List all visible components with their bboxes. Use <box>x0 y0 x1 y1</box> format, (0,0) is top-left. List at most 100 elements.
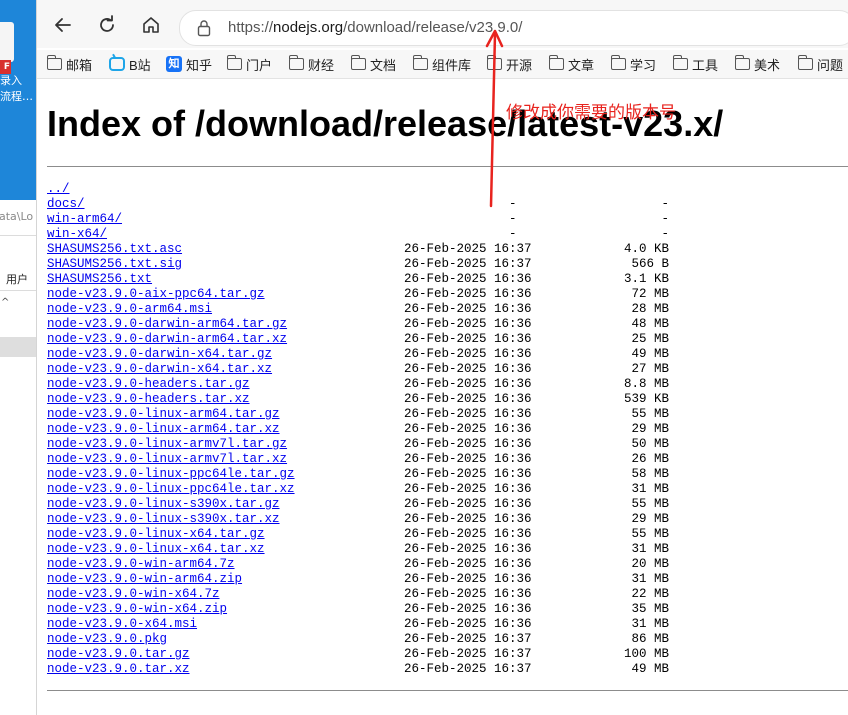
list-item: node-v23.9.0-darwin-arm64.tar.gz 26-Feb-2… <box>47 317 827 332</box>
url-text[interactable]: https://nodejs.org/download/release/v23.… <box>228 19 522 36</box>
address-bar[interactable]: https://nodejs.org/download/release/v23.… <box>179 10 848 46</box>
file-link[interactable]: node-v23.9.0.tar.xz <box>47 662 190 677</box>
file-link[interactable]: node-v23.9.0-linux-ppc64le.tar.xz <box>47 482 295 497</box>
explorer-selected-row[interactable] <box>0 337 36 357</box>
bookmark-0[interactable]: 邮箱 <box>46 55 92 73</box>
list-item: node-v23.9.0-linux-ppc64le.tar.xz 26-Feb-… <box>47 482 827 497</box>
list-item: node-v23.9.0-linux-x64.tar.xz 26-Feb-2025… <box>47 542 827 557</box>
file-link[interactable]: node-v23.9.0-win-arm64.7z <box>47 557 235 572</box>
collapse-caret-icon[interactable]: ^ <box>1 297 9 308</box>
file-date: 26-Feb-2025 16:36 <box>404 317 532 331</box>
file-size: 72 MB <box>631 287 669 301</box>
home-icon <box>143 17 159 33</box>
list-item: node-v23.9.0-linux-s390x.tar.xz 26-Feb-20… <box>47 512 827 527</box>
file-date: - <box>509 197 517 211</box>
file-date: 26-Feb-2025 16:36 <box>404 602 532 616</box>
file-date: 26-Feb-2025 16:36 <box>404 572 532 586</box>
bookmark-2[interactable]: 知知乎 <box>166 55 212 73</box>
file-link[interactable]: node-v23.9.0-headers.tar.xz <box>47 392 250 407</box>
file-size: 22 MB <box>631 587 669 601</box>
bookmark-label: 门户 <box>246 57 273 73</box>
file-size: 55 MB <box>631 527 669 541</box>
bookmark-7[interactable]: 开源 <box>486 55 533 73</box>
bookmark-8[interactable]: 文章 <box>548 55 594 73</box>
file-link[interactable]: node-v23.9.0-linux-ppc64le.tar.gz <box>47 467 295 482</box>
file-link[interactable]: node-v23.9.0-win-x64.zip <box>47 602 227 617</box>
pdf-file-icon[interactable]: F <box>0 22 14 74</box>
file-link[interactable]: node-v23.9.0.tar.gz <box>47 647 190 662</box>
file-link[interactable]: node-v23.9.0-linux-armv7l.tar.xz <box>47 452 287 467</box>
list-item: node-v23.9.0-linux-armv7l.tar.xz 26-Feb-2… <box>47 452 827 467</box>
list-item: node-v23.9.0.tar.gz 26-Feb-2025 16:37 100 … <box>47 647 827 662</box>
list-item: node-v23.9.0-darwin-x64.tar.xz 26-Feb-202… <box>47 362 827 377</box>
bookmark-6[interactable]: 组件库 <box>412 55 471 73</box>
list-item: node-v23.9.0-headers.tar.gz 26-Feb-2025 1… <box>47 377 827 392</box>
file-link[interactable]: ../ <box>47 182 70 197</box>
file-link[interactable]: node-v23.9.0-linux-arm64.tar.xz <box>47 422 280 437</box>
home-button[interactable] <box>138 12 164 38</box>
file-date: 26-Feb-2025 16:36 <box>404 542 532 556</box>
bookmark-4[interactable]: 财经 <box>288 55 334 73</box>
file-link[interactable]: node-v23.9.0-win-x64.7z <box>47 587 220 602</box>
reload-button[interactable] <box>94 12 120 38</box>
file-size: 25 MB <box>631 332 669 346</box>
file-link[interactable]: node-v23.9.0.pkg <box>47 632 167 647</box>
file-size: 31 MB <box>631 482 669 496</box>
file-size: 48 MB <box>631 317 669 331</box>
divider <box>47 690 848 691</box>
file-date: 26-Feb-2025 16:36 <box>404 332 532 346</box>
file-size: 3.1 KB <box>623 272 669 286</box>
bookmark-11[interactable]: 美术 <box>734 55 781 73</box>
file-link[interactable]: node-v23.9.0-aix-ppc64.tar.gz <box>47 287 265 302</box>
file-link[interactable]: node-v23.9.0-arm64.msi <box>47 302 212 317</box>
file-size: 100 MB <box>623 647 669 661</box>
bookmark-label: 开源 <box>506 57 533 73</box>
file-link[interactable]: node-v23.9.0-darwin-x64.tar.xz <box>47 362 272 377</box>
file-size: - <box>661 212 669 226</box>
file-link[interactable]: node-v23.9.0-linux-s390x.tar.xz <box>47 512 280 527</box>
file-link[interactable]: node-v23.9.0-win-arm64.zip <box>47 572 242 587</box>
file-link[interactable]: node-v23.9.0-linux-x64.tar.xz <box>47 542 265 557</box>
bookmark-label: 美术 <box>754 57 781 73</box>
file-date: 26-Feb-2025 16:37 <box>404 632 532 646</box>
file-link[interactable]: win-arm64/ <box>47 212 122 227</box>
file-date: - <box>509 227 517 241</box>
file-date: 26-Feb-2025 16:36 <box>404 452 532 466</box>
file-size: 28 MB <box>631 302 669 316</box>
list-item: docs/ - - <box>47 197 827 212</box>
lock-icon[interactable] <box>196 19 212 37</box>
file-link[interactable]: SHASUMS256.txt.asc <box>47 242 182 257</box>
explorer-path-fragment: ata\Lo <box>0 210 34 223</box>
file-link[interactable]: node-v23.9.0-linux-s390x.tar.gz <box>47 497 280 512</box>
file-link[interactable]: node-v23.9.0-linux-x64.tar.gz <box>47 527 265 542</box>
file-link[interactable]: node-v23.9.0-darwin-x64.tar.gz <box>47 347 272 362</box>
bookmark-label: B站 <box>129 57 151 73</box>
file-link[interactable]: node-v23.9.0-headers.tar.gz <box>47 377 250 392</box>
file-size: 49 MB <box>631 347 669 361</box>
file-link[interactable]: SHASUMS256.txt <box>47 272 152 287</box>
back-button[interactable] <box>50 12 76 38</box>
file-link[interactable]: node-v23.9.0-darwin-arm64.tar.xz <box>47 332 287 347</box>
file-link[interactable]: node-v23.9.0-x64.msi <box>47 617 197 632</box>
list-item: node-v23.9.0-linux-x64.tar.gz 26-Feb-2025… <box>47 527 827 542</box>
bookmark-9[interactable]: 学习 <box>610 55 656 73</box>
file-link[interactable]: node-v23.9.0-linux-arm64.tar.gz <box>47 407 280 422</box>
file-date: 26-Feb-2025 16:36 <box>404 467 532 481</box>
file-link[interactable]: node-v23.9.0-darwin-arm64.tar.gz <box>47 317 287 332</box>
browser-window: https://nodejs.org/download/release/v23.… <box>36 0 848 715</box>
bookmark-12[interactable]: 问题 <box>797 55 843 73</box>
file-link[interactable]: node-v23.9.0-linux-armv7l.tar.gz <box>47 437 287 452</box>
file-size: - <box>661 227 669 241</box>
url-host: nodejs.org <box>273 19 344 36</box>
explorer-user-label[interactable]: 用户 <box>6 271 28 287</box>
bookmark-10[interactable]: 工具 <box>672 55 718 73</box>
bookmark-5[interactable]: 文档 <box>350 55 396 73</box>
file-date: 26-Feb-2025 16:36 <box>404 482 532 496</box>
file-link[interactable]: win-x64/ <box>47 227 107 242</box>
file-size: 35 MB <box>631 602 669 616</box>
list-item: SHASUMS256.txt.sig 26-Feb-2025 16:37 566 B <box>47 257 827 272</box>
bookmark-1[interactable]: B站 <box>109 55 151 73</box>
file-link[interactable]: docs/ <box>47 197 85 212</box>
file-link[interactable]: SHASUMS256.txt.sig <box>47 257 182 272</box>
bookmark-3[interactable]: 门户 <box>226 55 273 73</box>
